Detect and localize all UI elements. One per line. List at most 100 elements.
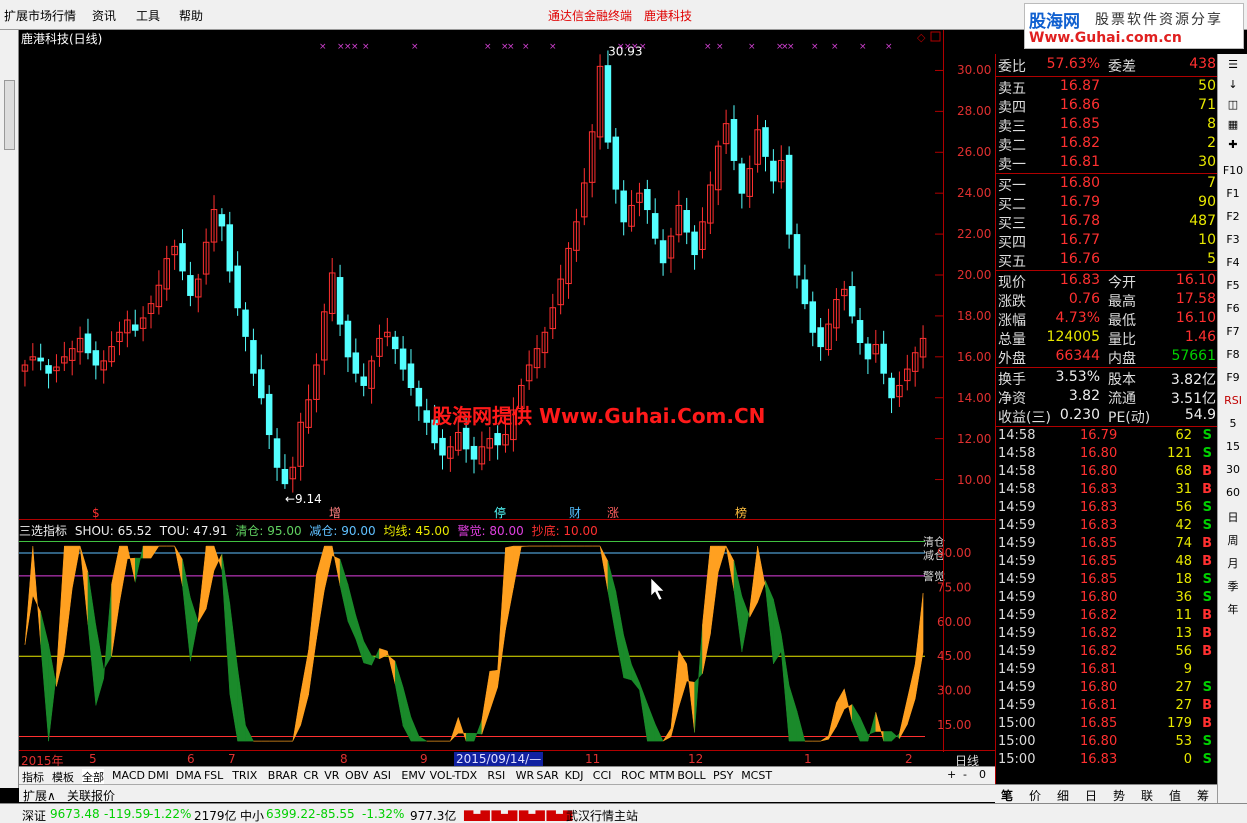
zoom-control-button[interactable]: 0: [979, 768, 986, 781]
indicator-band-segment: [229, 603, 238, 742]
zoom-control-button[interactable]: +: [947, 768, 956, 781]
quote-tab[interactable]: 价: [1029, 787, 1041, 804]
quote-value: 4.73%: [1055, 310, 1100, 326]
quote-panel: 委比 57.63% 委差 438 卖五 16.87 50 卖四 16.86 71 卖三 16.85 8 卖…: [995, 54, 1218, 784]
indicator-tab[interactable]: MCST: [741, 769, 772, 782]
indicator-tab[interactable]: VR: [324, 769, 339, 782]
indicator-tab[interactable]: DMI: [148, 769, 169, 782]
candle-body: [92, 350, 100, 366]
toolbar-button[interactable]: F4: [1221, 256, 1245, 274]
indicator-tab[interactable]: 指标: [22, 769, 44, 785]
quote-tab[interactable]: 值: [1169, 787, 1181, 804]
toolbar-button[interactable]: F5: [1221, 279, 1245, 297]
left-scrollbar[interactable]: [4, 80, 15, 150]
indicator-tab[interactable]: CCI: [593, 769, 612, 782]
toolbar-button[interactable]: 15: [1221, 440, 1245, 458]
indicator-tab[interactable]: RSI: [487, 769, 505, 782]
toolbar-button[interactable]: 日: [1221, 509, 1245, 527]
quote-tab[interactable]: 笔: [1001, 787, 1013, 804]
quote-key: PE(动): [1108, 410, 1151, 426]
candle-body: [494, 433, 501, 446]
toolbar-button[interactable]: F8: [1221, 348, 1245, 366]
menu-news[interactable]: 资讯: [92, 7, 116, 24]
quote-tab[interactable]: 日: [1085, 787, 1097, 804]
menu-tools[interactable]: 工具: [136, 7, 160, 24]
toolbar-button[interactable]: RSI: [1221, 394, 1245, 412]
indicator-name[interactable]: 三选指标: [19, 524, 67, 538]
toolbar-icon[interactable]: ✚: [1221, 138, 1245, 156]
indicator-band-segment: [473, 720, 483, 742]
tick-time: 14:59: [998, 644, 1036, 659]
toolbar-button[interactable]: F10: [1221, 164, 1245, 182]
candle-body: [218, 214, 226, 227]
quote-value: 90: [1198, 194, 1216, 210]
quote-tab[interactable]: 筹: [1197, 787, 1209, 804]
indicator-tab[interactable]: CR: [303, 769, 318, 782]
menu-extended-market[interactable]: 扩展市场行情: [4, 7, 76, 24]
menu-help[interactable]: 帮助: [179, 7, 203, 24]
indicator-tab[interactable]: MTM: [649, 769, 675, 782]
event-marker: $: [92, 506, 100, 520]
toolbar-icon[interactable]: ↓: [1221, 78, 1245, 96]
indicator-tab[interactable]: BOLL: [677, 769, 705, 782]
tick-volume: 179: [1167, 716, 1192, 731]
candle-body: [880, 343, 887, 374]
indicator-tab[interactable]: KDJ: [565, 769, 584, 782]
kline-chart-area[interactable]: 30.93 ←9.14 × × × × × × × × × × × × × × × × × × × × × × × × × $ 增停财涨…: [19, 30, 995, 768]
toolbar-button[interactable]: F7: [1221, 325, 1245, 343]
indicator-tab[interactable]: SAR: [536, 769, 558, 782]
indicator-tab[interactable]: ASI: [373, 769, 391, 782]
tick-time: 14:59: [998, 572, 1036, 587]
toolbar-button[interactable]: 季: [1221, 578, 1245, 596]
tick-price: 16.85: [1080, 536, 1118, 551]
indicator-band-segment: [521, 545, 530, 547]
toolbar-icon[interactable]: ☰: [1221, 58, 1245, 76]
top-event-mark: ×: [362, 42, 370, 52]
indicator-tab[interactable]: BRAR: [268, 769, 298, 782]
toolbar-button[interactable]: F3: [1221, 233, 1245, 251]
indicator-tab[interactable]: FSL: [204, 769, 223, 782]
indicator-tab[interactable]: WR: [516, 769, 535, 782]
toolbar-button[interactable]: 年: [1221, 601, 1245, 619]
toolbar-button[interactable]: 60: [1221, 486, 1245, 504]
tick-volume: 13: [1175, 626, 1192, 641]
indicator-tab[interactable]: DMA: [176, 769, 202, 782]
indicator-band-segment: [836, 687, 845, 727]
tab-related-quote[interactable]: 关联报价: [67, 787, 115, 804]
tick-volume: 74: [1175, 536, 1192, 551]
indicator-band-segment: [339, 559, 349, 622]
toolbar-button[interactable]: F2: [1221, 210, 1245, 228]
indicator-tab[interactable]: OBV: [345, 769, 368, 782]
candle-body: [407, 363, 415, 389]
tab-extend[interactable]: 扩展∧: [23, 787, 56, 804]
indicator-band-segment: [891, 730, 900, 742]
indicator-tab[interactable]: EMV: [401, 769, 425, 782]
toolbar-icon[interactable]: ▦: [1221, 118, 1245, 136]
indicator-tab[interactable]: MACD: [112, 769, 145, 782]
toolbar-button[interactable]: F9: [1221, 371, 1245, 389]
indicator-tab[interactable]: PSY: [713, 769, 733, 782]
tick-price: 16.80: [1080, 590, 1118, 605]
toolbar-button[interactable]: F1: [1221, 187, 1245, 205]
indicator-tab[interactable]: VOL-TDX: [430, 769, 478, 782]
quote-tab[interactable]: 细: [1057, 787, 1069, 804]
toolbar-icon[interactable]: ◫: [1221, 98, 1245, 116]
tick-direction: B: [1202, 464, 1212, 479]
indicator-band-segment: [702, 546, 711, 674]
indicator-tab[interactable]: 全部: [82, 769, 104, 785]
indicator-tab[interactable]: TRIX: [232, 769, 257, 782]
station-name[interactable]: 武汉行情主站: [566, 807, 638, 823]
toolbar-button[interactable]: 5: [1221, 417, 1245, 435]
quote-tab[interactable]: 势: [1113, 787, 1125, 804]
toolbar-button[interactable]: 周: [1221, 532, 1245, 550]
indicator-band-segment: [899, 698, 908, 740]
indicator-tab[interactable]: 模板: [52, 769, 74, 785]
zoom-control-button[interactable]: -: [963, 768, 967, 781]
indicator-tab[interactable]: ROC: [621, 769, 645, 782]
toolbar-button[interactable]: 月: [1221, 555, 1245, 573]
quote-tab[interactable]: 联: [1141, 787, 1153, 804]
toolbar-button[interactable]: F6: [1221, 302, 1245, 320]
price-tick: 22.00: [957, 227, 992, 242]
toolbar-button[interactable]: 30: [1221, 463, 1245, 481]
tick-price: 16.80: [1080, 464, 1118, 479]
